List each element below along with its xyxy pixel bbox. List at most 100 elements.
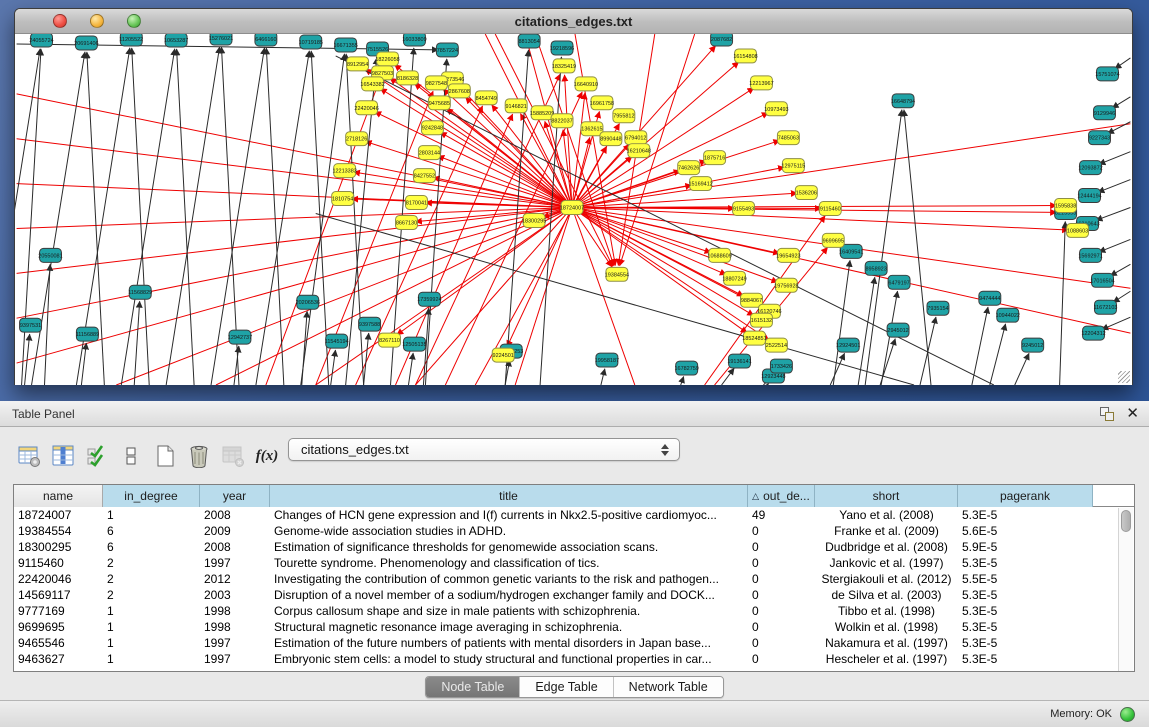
black-edge[interactable] xyxy=(1098,180,1131,193)
graph-node[interactable]: 1595838 xyxy=(1055,199,1077,213)
table-cell[interactable]: 49 xyxy=(748,508,815,522)
table-cell[interactable]: 0 xyxy=(748,588,815,602)
table-cell[interactable]: Nakamura et al. (1997) xyxy=(815,636,958,650)
graph-node[interactable]: 9146821 xyxy=(505,99,527,113)
table-cell[interactable]: 5.5E-5 xyxy=(958,572,1093,586)
table-cell[interactable]: 1 xyxy=(103,620,200,634)
table-cell[interactable]: Genome-wide association studies in ADHD. xyxy=(270,524,748,538)
red-edge[interactable] xyxy=(563,130,572,208)
column-visibility-icon[interactable] xyxy=(48,441,78,471)
graph-node[interactable]: 7935154 xyxy=(927,301,949,315)
graph-node[interactable]: 16033809 xyxy=(402,34,426,46)
table-cell[interactable]: Embryonic stem cells: a model to study s… xyxy=(270,652,748,666)
graph-node[interactable]: 11205522 xyxy=(119,34,143,46)
table-cell[interactable]: 1997 xyxy=(200,636,270,650)
graph-node[interactable]: 9884067 xyxy=(741,293,763,307)
table-cell[interactable]: 1998 xyxy=(200,604,270,618)
graph-node[interactable]: 19654923 xyxy=(776,248,800,262)
graph-node[interactable]: 9699695 xyxy=(822,233,844,247)
column-header-pagerank[interactable]: pagerank xyxy=(958,485,1093,507)
table-cell[interactable]: 2008 xyxy=(200,508,270,522)
table-row[interactable]: 977716911998Corpus callosum shape and si… xyxy=(14,603,1134,619)
graph-node[interactable]: 6466160 xyxy=(255,34,277,46)
graph-node[interactable]: 11568829 xyxy=(128,285,152,299)
graph-node[interactable]: 9474444 xyxy=(979,291,1001,305)
graph-node[interactable]: 7955812 xyxy=(613,109,635,123)
table-cell[interactable]: 9699695 xyxy=(14,620,103,634)
table-cell[interactable]: 1997 xyxy=(200,556,270,570)
table-cell[interactable]: 2 xyxy=(103,556,200,570)
black-edge[interactable] xyxy=(177,49,194,385)
table-row[interactable]: 946362711997Embryonic stem cells: a mode… xyxy=(14,651,1134,667)
table-cell[interactable]: 0 xyxy=(748,540,815,554)
table-cell[interactable]: Wolkin et al. (1998) xyxy=(815,620,958,634)
graph-node[interactable]: 9245012 xyxy=(1022,338,1044,352)
graph-node[interactable]: 18300295 xyxy=(522,213,546,227)
graph-node[interactable]: 10653287 xyxy=(164,34,188,47)
graph-node[interactable]: 8667130 xyxy=(396,215,418,229)
table-cell[interactable]: 0 xyxy=(748,604,815,618)
graph-node[interactable]: 8912954 xyxy=(347,57,369,71)
table-cell[interactable]: 5.3E-5 xyxy=(958,588,1093,602)
row-height-icon[interactable] xyxy=(116,441,146,471)
table-vertical-scrollbar[interactable] xyxy=(1118,508,1133,671)
graph-node[interactable]: 2087682 xyxy=(711,34,733,46)
graph-node[interactable]: 7857224 xyxy=(436,43,458,57)
graph-node[interactable]: 16782759 xyxy=(675,361,699,375)
graph-node[interactable]: 1536206 xyxy=(795,186,817,200)
graph-node[interactable]: 18226058 xyxy=(375,52,399,66)
tab-network-table[interactable]: Network Table xyxy=(613,677,723,697)
window-resize-grip[interactable] xyxy=(1118,371,1130,383)
graph-node[interactable]: 8454749 xyxy=(475,91,497,105)
table-cell[interactable]: 2008 xyxy=(200,540,270,554)
table-cell[interactable]: Jankovic et al. (1997) xyxy=(815,556,958,570)
table-cell[interactable]: 2 xyxy=(103,572,200,586)
black-edge[interactable] xyxy=(331,350,336,385)
column-header-year[interactable]: year xyxy=(200,485,270,507)
red-edge[interactable] xyxy=(572,206,1057,208)
graph-node[interactable]: 16640910 xyxy=(574,77,598,91)
table-select-combobox[interactable]: citations_edges.txt xyxy=(288,438,680,461)
table-cell[interactable]: 22420046 xyxy=(14,572,103,586)
close-panel-icon[interactable]: ✕ xyxy=(1126,407,1139,421)
graph-node[interactable]: 11545194 xyxy=(325,334,349,348)
graph-node[interactable]: 16210648 xyxy=(627,144,651,158)
graph-node[interactable]: 16961758 xyxy=(590,96,614,110)
graph-node[interactable]: 9227343 xyxy=(1089,131,1111,145)
table-cell[interactable]: 1 xyxy=(103,604,200,618)
table-cell[interactable]: 9777169 xyxy=(14,604,103,618)
table-cell[interactable]: Investigating the contribution of common… xyxy=(270,572,748,586)
black-edge[interactable] xyxy=(865,110,902,385)
network-graph[interactable]: 2405572420691406112055221065328715276021… xyxy=(15,34,1132,385)
graph-node[interactable]: 11672103 xyxy=(1094,300,1118,314)
table-cell[interactable]: 5.6E-5 xyxy=(958,524,1093,538)
graph-node[interactable]: 2867608 xyxy=(448,84,470,98)
black-edge[interactable] xyxy=(722,368,735,385)
table-cell[interactable]: 1998 xyxy=(200,620,270,634)
graph-node[interactable]: 1810754 xyxy=(332,192,354,206)
tab-edge-table[interactable]: Edge Table xyxy=(519,677,612,697)
column-header-name[interactable]: name xyxy=(14,485,103,507)
network-canvas[interactable]: 2405572420691406112055221065328715276021… xyxy=(15,34,1132,385)
graph-node[interactable]: 8990448 xyxy=(600,132,622,146)
table-cell[interactable]: Tibbo et al. (1998) xyxy=(815,604,958,618)
graph-node[interactable]: 10944022 xyxy=(996,308,1020,322)
graph-node[interactable]: 8427552 xyxy=(413,169,435,183)
table-cell[interactable]: 6 xyxy=(103,540,200,554)
scrollbar-thumb[interactable] xyxy=(1121,510,1131,532)
black-edge[interactable] xyxy=(767,383,768,385)
column-header-in_degree[interactable]: in_degree xyxy=(103,485,200,507)
black-edge[interactable] xyxy=(1060,221,1066,385)
table-cell[interactable]: 0 xyxy=(748,524,815,538)
graph-node[interactable]: 10719185 xyxy=(299,35,323,49)
black-edge[interactable] xyxy=(990,324,1006,385)
graph-node[interactable]: 16671355 xyxy=(333,38,357,52)
black-edge[interactable] xyxy=(830,353,844,385)
graph-node[interactable]: 1733426 xyxy=(770,359,792,373)
table-cell[interactable]: Disruption of a novel member of a sodium… xyxy=(270,588,748,602)
table-cell[interactable]: 6 xyxy=(103,524,200,538)
red-edge[interactable] xyxy=(572,208,747,333)
black-edge[interactable] xyxy=(972,307,988,385)
graph-node[interactable]: 19218596 xyxy=(550,41,574,55)
black-edge[interactable] xyxy=(1115,58,1131,69)
